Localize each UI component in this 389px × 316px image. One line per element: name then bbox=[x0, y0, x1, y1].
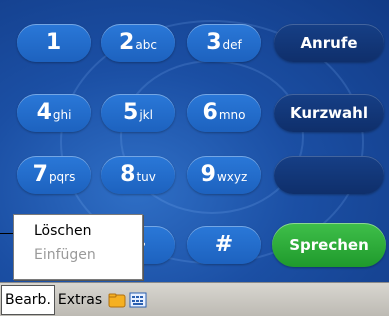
context-menu: Löschen Einfügen bbox=[13, 214, 143, 280]
key-3[interactable]: 3 def bbox=[187, 24, 261, 62]
key-4[interactable]: 4 ghi bbox=[17, 94, 91, 132]
key-6[interactable]: 6 mno bbox=[187, 94, 261, 132]
taskbar: Bearb. Extras bbox=[0, 282, 389, 316]
keyboard-icon[interactable] bbox=[129, 291, 147, 309]
menu-item-paste[interactable]: Einfügen bbox=[14, 243, 142, 267]
edit-menu-button[interactable]: Bearb. bbox=[1, 284, 55, 315]
talk-button[interactable]: Sprechen bbox=[272, 223, 386, 267]
key-7[interactable]: 7 pqrs bbox=[17, 156, 91, 194]
speed-dial-button[interactable]: Kurzwahl bbox=[274, 94, 384, 132]
key-1[interactable]: 1 bbox=[17, 24, 91, 62]
key-2[interactable]: 2 abc bbox=[101, 24, 175, 62]
menu-item-delete[interactable]: Löschen bbox=[14, 219, 142, 243]
key-8[interactable]: 8 tuv bbox=[101, 156, 175, 194]
calls-button[interactable]: Anrufe bbox=[274, 24, 384, 62]
key-5[interactable]: 5 jkl bbox=[101, 94, 175, 132]
folder-icon[interactable] bbox=[108, 291, 126, 309]
key-hash[interactable]: # bbox=[187, 226, 261, 264]
key-9[interactable]: 9 wxyz bbox=[187, 156, 261, 194]
empty-side-button[interactable] bbox=[274, 156, 384, 194]
menu-connector-line bbox=[0, 233, 13, 234]
extras-menu-button[interactable]: Extras bbox=[55, 286, 105, 313]
